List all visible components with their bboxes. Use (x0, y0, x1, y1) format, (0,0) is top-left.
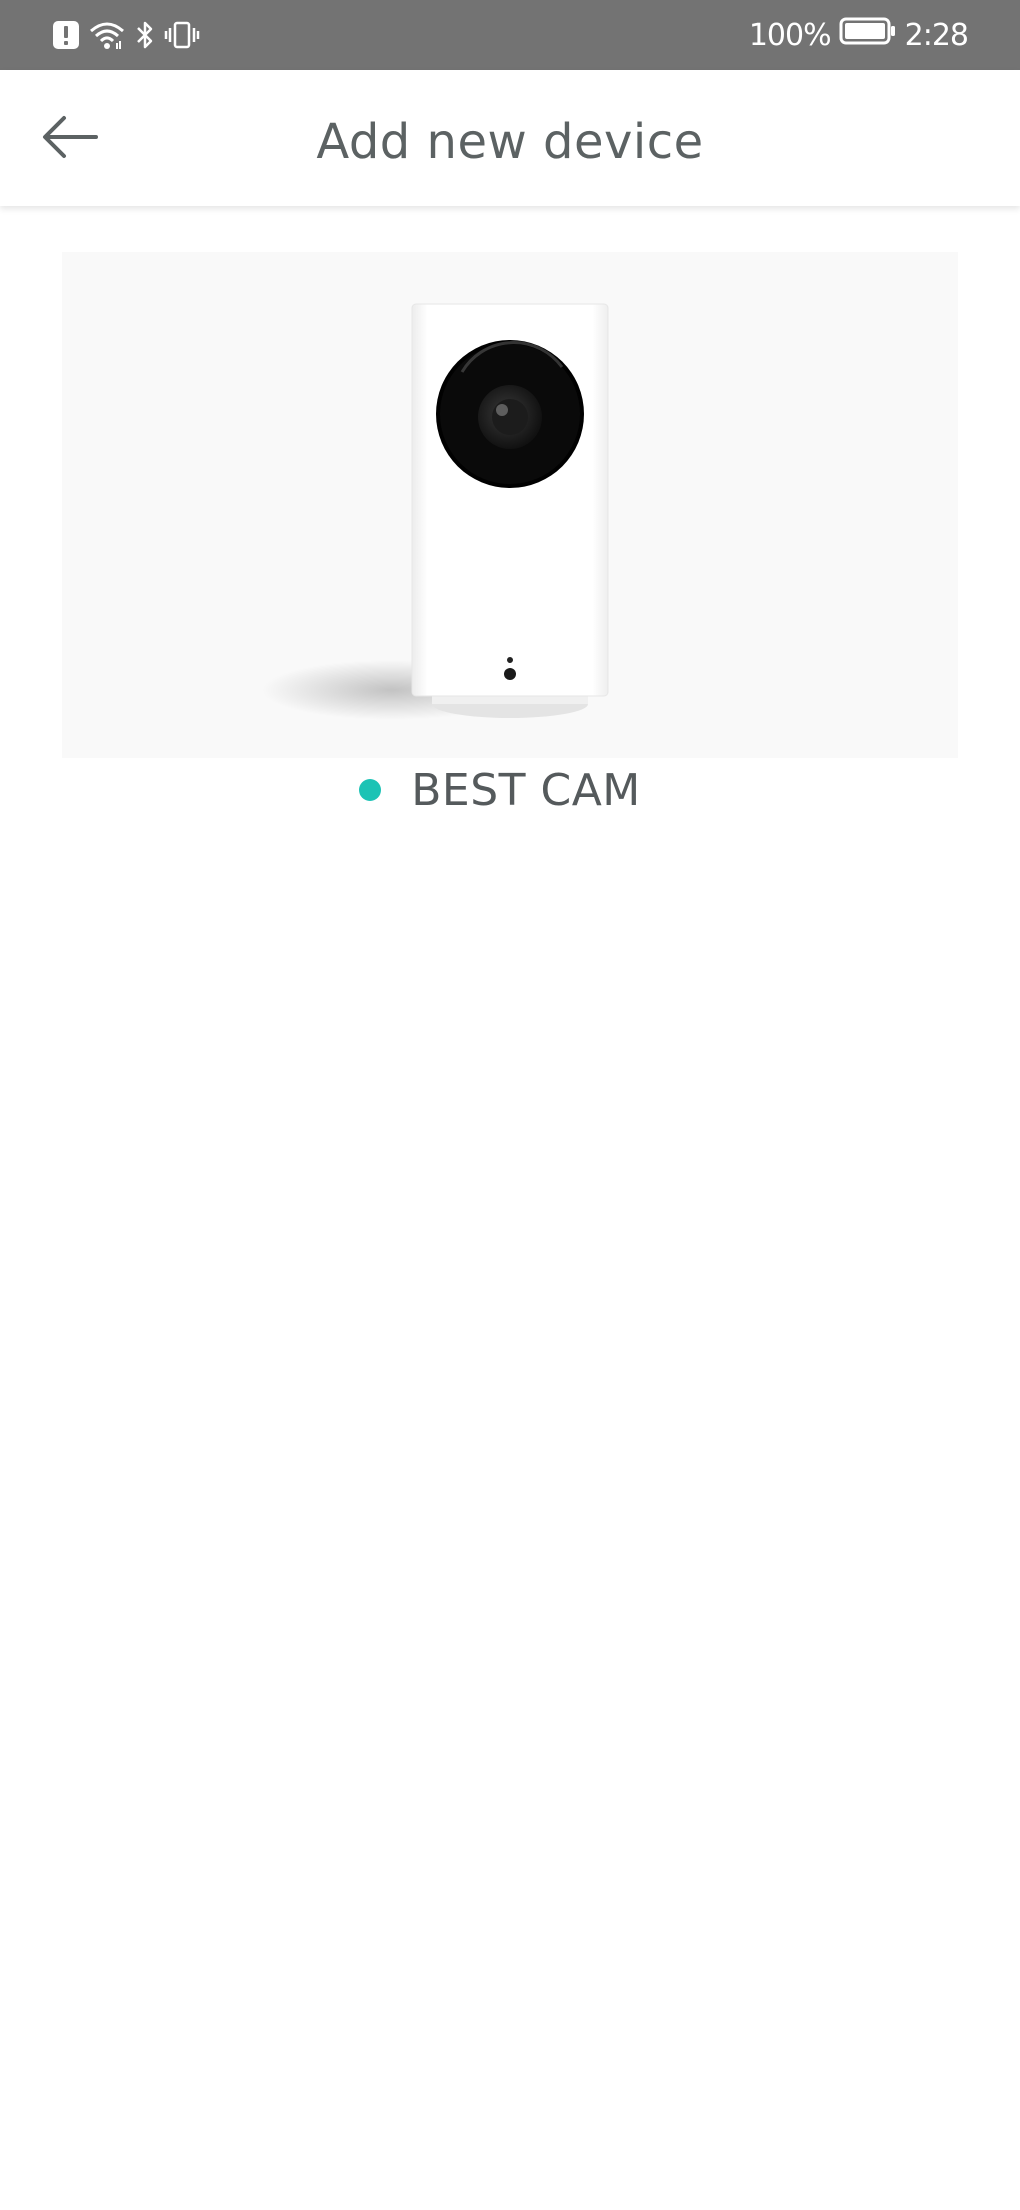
battery-icon (839, 16, 897, 54)
page-title: Add new device (316, 114, 704, 170)
camera-image (62, 252, 958, 758)
wifi-icon (88, 19, 126, 51)
alert-icon (52, 19, 80, 51)
status-icons-right: 100% 2:28 (748, 0, 969, 70)
app-bar: Add new device (0, 70, 1020, 206)
vibrate-icon (164, 19, 200, 51)
device-name-row[interactable]: BEST CAM (0, 760, 1020, 820)
battery-percent: 100% (748, 17, 832, 53)
clock: 2:28 (904, 17, 969, 53)
status-bar: 100% 2:28 (0, 0, 1020, 70)
online-status-dot (359, 779, 382, 801)
status-icons-left (52, 17, 200, 53)
bluetooth-icon (134, 19, 156, 51)
device-name: BEST CAM (411, 764, 641, 816)
device-card[interactable] (62, 252, 958, 758)
